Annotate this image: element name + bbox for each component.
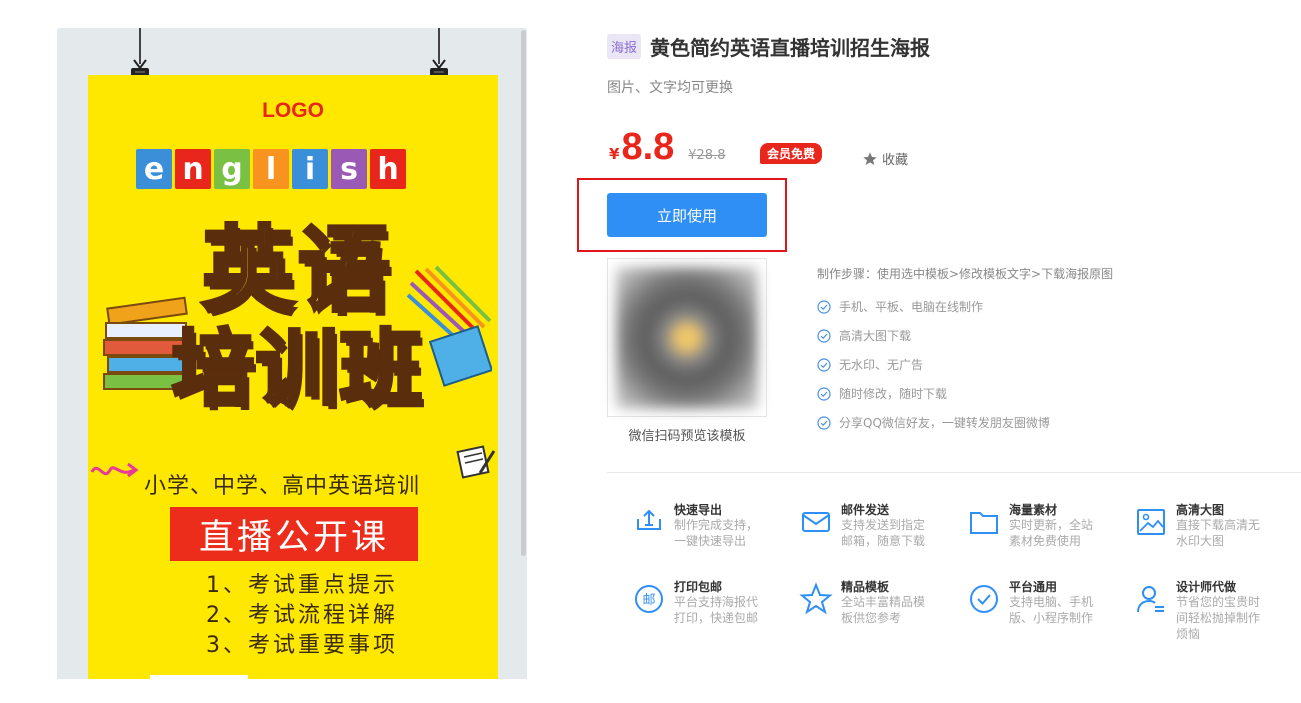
- feature-item: 无水印、无广告: [817, 350, 1050, 379]
- service-name: 精品模板: [841, 580, 890, 594]
- poster-points: 1、考试重点提示 2、考试流程详解 3、考试重要事项: [206, 571, 398, 661]
- poster-letter-tile: h: [370, 149, 406, 189]
- service-desc: 实时更新，全站素材免费使用: [1009, 518, 1094, 548]
- service-name: 平台通用: [1009, 580, 1058, 594]
- service-desc: 节省您的宝贵时间轻松抛掉制作烦恼: [1176, 595, 1261, 641]
- price-row: ¥ 8.8 ¥28.8: [609, 128, 725, 166]
- check-circle-icon: [817, 299, 831, 314]
- favorite-label: 收藏: [882, 153, 909, 168]
- poster-letter-tile: n: [175, 149, 211, 189]
- poster-title-line2: 培训班: [170, 322, 424, 417]
- service-desc: 制作完成支持，一键快速导出: [674, 518, 759, 548]
- category-tag: 海报: [607, 34, 642, 59]
- favorite-button[interactable]: 收藏: [862, 149, 908, 168]
- service-item: 海量素材 实时更新，全站素材免费使用: [967, 501, 1117, 561]
- service-desc: 支持电脑、手机版、小程序制作: [1009, 595, 1094, 625]
- poster-letter-tile: e: [136, 149, 172, 189]
- divider: [607, 472, 1301, 473]
- template-detail-page: LOGO english 英语 培训班 小学、中学、高中英语培训 直播公开课 1…: [0, 0, 1301, 703]
- poster-letter-tile: g: [214, 149, 250, 189]
- service-item: 精品模板 全站丰富精品模板供您参考: [799, 578, 949, 638]
- use-now-button[interactable]: 立即使用: [607, 193, 767, 237]
- currency-symbol: ¥: [609, 145, 620, 163]
- service-item: 平台通用 支持电脑、手机版、小程序制作: [967, 578, 1117, 638]
- poster-title-line1: 英语: [200, 217, 394, 324]
- check-circle-icon: [817, 328, 831, 343]
- service-name: 邮件发送: [841, 503, 890, 517]
- poster-point: 3、考试重要事项: [206, 633, 398, 658]
- feature-text: 无水印、无广告: [839, 358, 924, 372]
- image-icon: [1137, 509, 1165, 535]
- service-item: 邮件发送 支持发送到指定邮箱，随意下载: [799, 501, 949, 561]
- service-desc: 支持发送到指定邮箱，随意下载: [841, 518, 926, 548]
- svg-text:邮: 邮: [642, 593, 655, 608]
- template-title: 黄色简约英语直播培训招生海报: [650, 36, 931, 60]
- star-icon: [863, 151, 877, 165]
- poster-letter-tile: s: [331, 149, 367, 189]
- poster-english-letters: english: [136, 149, 406, 189]
- feature-item: 随时修改，随时下载: [817, 379, 1050, 408]
- poster-live-course: 直播公开课: [170, 507, 418, 561]
- service-name: 设计师代做: [1176, 580, 1237, 594]
- service-desc: 平台支持海报代打印，快递包邮: [674, 595, 759, 625]
- poster-image[interactable]: LOGO english 英语 培训班 小学、中学、高中英语培训 直播公开课 1…: [88, 75, 498, 679]
- qr-code-image: [616, 267, 758, 409]
- qr-code: [607, 258, 767, 417]
- feature-text: 随时修改，随时下载: [839, 387, 948, 401]
- steps-heading: 制作步骤：使用选中模板>修改模板文字>下载海报原图: [817, 267, 1114, 281]
- service-item: 快速导出 制作完成支持，一键快速导出: [632, 501, 782, 561]
- service-name: 打印包邮: [674, 580, 723, 594]
- service-item: 邮 打印包邮 平台支持海报代打印，快递包邮: [632, 578, 782, 638]
- check-circle-icon: [817, 386, 831, 401]
- check-circle-icon: [817, 415, 831, 430]
- preview-scrollbar[interactable]: [521, 30, 526, 556]
- poster-point: 2、考试流程详解: [206, 603, 398, 628]
- arrow-doodle-icon: [90, 462, 139, 478]
- poster-letter-tile: i: [292, 149, 328, 189]
- service-desc: 直接下载高清无水印大图: [1176, 518, 1261, 548]
- service-item: 设计师代做 节省您的宝贵时间轻松抛掉制作烦恼: [1134, 578, 1284, 641]
- feature-text: 高清大图下载: [839, 329, 912, 343]
- feature-item: 分享QQ微信好友，一键转发朋友圈微博: [817, 408, 1050, 437]
- poster-subtitle: 小学、中学、高中英语培训: [144, 474, 421, 499]
- service-name: 海量素材: [1009, 503, 1058, 517]
- current-price: 8.8: [621, 126, 675, 168]
- star-icon: [799, 582, 833, 615]
- title-row: 海报 黄色简约英语直播培训招生海报: [607, 32, 930, 61]
- vip-free-badge: 会员免费: [760, 143, 823, 164]
- service-desc: 全站丰富精品模板供您参考: [841, 595, 926, 625]
- poster-letter-tile: l: [253, 149, 289, 189]
- original-price: ¥28.8: [688, 148, 726, 163]
- feature-item: 高清大图下载: [817, 321, 1050, 350]
- qr-caption: 微信扫码预览该模板: [628, 429, 746, 444]
- service-name: 快速导出: [674, 503, 723, 517]
- poster-bottom-block: [150, 675, 248, 679]
- check-circle-icon: [970, 585, 998, 613]
- mail-icon: [802, 512, 830, 532]
- service-item: 高清大图 直接下载高清无水印大图: [1134, 501, 1284, 561]
- feature-text: 手机、平板、电脑在线制作: [839, 300, 984, 314]
- poster-main-title: 英语 培训班: [148, 217, 448, 417]
- export-icon: [637, 509, 661, 530]
- post-icon: 邮: [635, 585, 663, 613]
- feature-list: 手机、平板、电脑在线制作 高清大图下载 无水印、无广告随时修改，随时下载分享QQ微信…: [817, 292, 1050, 437]
- template-subtitle: 图片、文字均可更换: [607, 80, 733, 96]
- designer-icon: [1137, 586, 1164, 613]
- poster-point: 1、考试重点提示: [206, 573, 398, 598]
- check-circle-icon: [817, 357, 831, 372]
- feature-item: 手机、平板、电脑在线制作: [817, 292, 1050, 321]
- feature-text: 分享QQ微信好友，一键转发朋友圈微博: [839, 416, 1050, 430]
- folder-icon: [970, 512, 998, 534]
- poster-logo: LOGO: [262, 99, 324, 122]
- service-name: 高清大图: [1176, 503, 1225, 517]
- notepad-icon: [456, 445, 496, 479]
